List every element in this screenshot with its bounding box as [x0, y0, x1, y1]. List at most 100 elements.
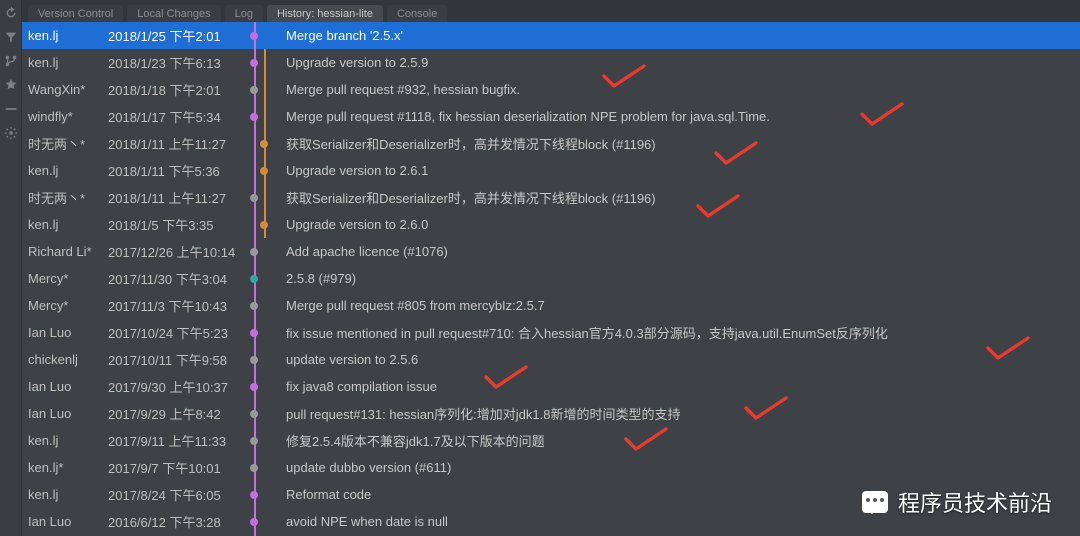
commit-date: 2018/1/11 上午11:27 — [108, 188, 242, 207]
commit-row[interactable]: 时无两丶*2018/1/11 上午11:27获取Serializer和Deser… — [22, 130, 1080, 157]
commit-date: 2018/1/25 下午2:01 — [108, 26, 242, 45]
commit-message: fix issue mentioned in pull request#710:… — [284, 323, 1080, 342]
commit-row[interactable]: ken.lj*2017/9/7 下午10:01 update dubbo vers… — [22, 454, 1080, 481]
commit-date: 2017/9/7 下午10:01 — [108, 458, 242, 477]
commit-row[interactable]: Ian Luo2017/9/30 上午10:37 fix java8 compil… — [22, 373, 1080, 400]
commit-author: ken.lj — [22, 55, 108, 70]
commit-graph — [242, 292, 284, 319]
commit-author: WangXin* — [22, 82, 108, 97]
tab-3[interactable]: History: hessian-lite — [267, 5, 383, 22]
commit-author: Ian Luo — [22, 325, 108, 340]
tab-2[interactable]: Log — [225, 5, 263, 22]
commit-author: ken.lj — [22, 487, 108, 502]
commit-date: 2018/1/23 下午6:13 — [108, 53, 242, 72]
commit-author: Ian Luo — [22, 406, 108, 421]
star-icon[interactable] — [4, 78, 18, 92]
commit-date: 2017/9/30 上午10:37 — [108, 377, 242, 396]
commit-date: 2017/9/29 上午8:42 — [108, 404, 242, 423]
commit-message: fix java8 compilation issue — [284, 379, 1080, 394]
commit-date: 2018/1/11 下午5:36 — [108, 161, 242, 180]
commit-row[interactable]: ken.lj2018/1/5 下午3:35 Upgrade version to … — [22, 211, 1080, 238]
tab-1[interactable]: Local Changes — [127, 5, 220, 22]
commit-author: Ian Luo — [22, 514, 108, 529]
commit-row[interactable]: ken.lj2018/1/23 下午6:13 Upgrade version to… — [22, 49, 1080, 76]
commit-author: Mercy* — [22, 298, 108, 313]
commit-row[interactable]: Richard Li*2017/12/26 上午10:14 Add apache … — [22, 238, 1080, 265]
settings-icon[interactable] — [4, 126, 18, 140]
commit-row[interactable]: Ian Luo2017/9/29 上午8:42 pull request#131:… — [22, 400, 1080, 427]
commit-date: 2018/1/18 下午2:01 — [108, 80, 242, 99]
commit-row[interactable]: ken.lj2017/9/11 上午11:33 修复2.5.4版本不兼容jdk1.… — [22, 427, 1080, 454]
commit-graph — [242, 238, 284, 265]
commit-author: 时无两丶* — [22, 134, 108, 153]
commit-author: Mercy* — [22, 271, 108, 286]
commit-graph — [242, 454, 284, 481]
refresh-icon[interactable] — [4, 6, 18, 20]
commit-graph — [242, 157, 284, 184]
commit-author: 时无两丶* — [22, 188, 108, 207]
collapse-icon[interactable] — [4, 102, 18, 116]
commit-message: Merge pull request #1118, fix hessian de… — [284, 109, 1080, 124]
wechat-icon — [862, 491, 888, 513]
commit-message: Upgrade version to 2.5.9 — [284, 55, 1080, 70]
commit-message: pull request#131: hessian序列化:增加对jdk1.8新增… — [284, 404, 1080, 423]
commit-author: ken.lj — [22, 433, 108, 448]
commit-author: ken.lj — [22, 217, 108, 232]
commit-message: Merge pull request #805 from mercybIz:2.… — [284, 298, 1080, 313]
commit-author: Ian Luo — [22, 379, 108, 394]
commit-graph — [242, 22, 284, 49]
commit-date: 2016/6/12 下午3:28 — [108, 512, 242, 531]
commit-author: windfly* — [22, 109, 108, 124]
commit-date: 2017/11/3 下午10:43 — [108, 296, 242, 315]
commit-graph — [242, 373, 284, 400]
commit-message: 2.5.8 (#979) — [284, 271, 1080, 286]
commit-graph — [242, 211, 284, 238]
commit-graph — [242, 319, 284, 346]
commit-author: chickenlj — [22, 352, 108, 367]
tab-4[interactable]: Console — [387, 5, 447, 22]
commit-graph — [242, 103, 284, 130]
commit-graph — [242, 427, 284, 454]
commit-graph — [242, 184, 284, 211]
commit-row[interactable]: ken.lj2018/1/11 下午5:36Upgrade version to… — [22, 157, 1080, 184]
commit-author: ken.lj — [22, 28, 108, 43]
commit-message: Merge pull request #932, hessian bugfix. — [284, 82, 1080, 97]
commit-message: update version to 2.5.6 — [284, 352, 1080, 367]
commit-graph — [242, 265, 284, 292]
commit-message: update dubbo version (#611) — [284, 460, 1080, 475]
commit-author: ken.lj* — [22, 460, 108, 475]
commit-date: 2017/8/24 下午6:05 — [108, 485, 242, 504]
commit-date: 2017/9/11 上午11:33 — [108, 431, 242, 450]
commit-date: 2017/12/26 上午10:14 — [108, 242, 242, 261]
commit-message: Upgrade version to 2.6.0 — [284, 217, 1080, 232]
commit-message: 修复2.5.4版本不兼容jdk1.7及以下版本的问题 — [284, 431, 1080, 450]
commit-row[interactable]: WangXin*2018/1/18 下午2:01 Merge pull reque… — [22, 76, 1080, 103]
commit-date: 2017/11/30 下午3:04 — [108, 269, 242, 288]
commit-row[interactable]: Mercy*2017/11/3 下午10:43 Merge pull reques… — [22, 292, 1080, 319]
commit-row[interactable]: chickenlj2017/10/11 下午9:58update version… — [22, 346, 1080, 373]
commit-author: ken.lj — [22, 163, 108, 178]
commit-author: Richard Li* — [22, 244, 108, 259]
tool-window-gutter — [0, 0, 22, 536]
commit-row[interactable]: ken.lj2018/1/25 下午2:01Merge branch '2.5.… — [22, 22, 1080, 49]
commit-row[interactable]: windfly*2018/1/17 下午5:34Merge pull reque… — [22, 103, 1080, 130]
filter-icon[interactable] — [4, 30, 18, 44]
commit-row[interactable]: 时无两丶*2018/1/11 上午11:27 获取Serializer和Deser… — [22, 184, 1080, 211]
commit-date: 2018/1/5 下午3:35 — [108, 215, 242, 234]
commit-row[interactable]: Ian Luo2017/10/24 下午5:23 fix issue mentio… — [22, 319, 1080, 346]
commit-graph — [242, 76, 284, 103]
commit-message: Add apache licence (#1076) — [284, 244, 1080, 259]
commit-graph — [242, 346, 284, 373]
tab-0[interactable]: Version Control — [28, 5, 123, 22]
commit-log-list[interactable]: ken.lj2018/1/25 下午2:01Merge branch '2.5.… — [22, 22, 1080, 536]
branch-icon[interactable] — [4, 54, 18, 68]
commit-graph — [242, 508, 284, 535]
commit-date: 2017/10/24 下午5:23 — [108, 323, 242, 342]
commit-message: 获取Serializer和Deserializer时，高并发情况下线程block… — [284, 188, 1080, 207]
commit-row[interactable]: Mercy*2017/11/30 下午3:04 2.5.8 (#979) — [22, 265, 1080, 292]
watermark: 程序员技术前沿 — [862, 486, 1052, 518]
commit-graph — [242, 49, 284, 76]
commit-graph — [242, 481, 284, 508]
watermark-text: 程序员技术前沿 — [898, 486, 1052, 518]
commit-date: 2018/1/11 上午11:27 — [108, 134, 242, 153]
